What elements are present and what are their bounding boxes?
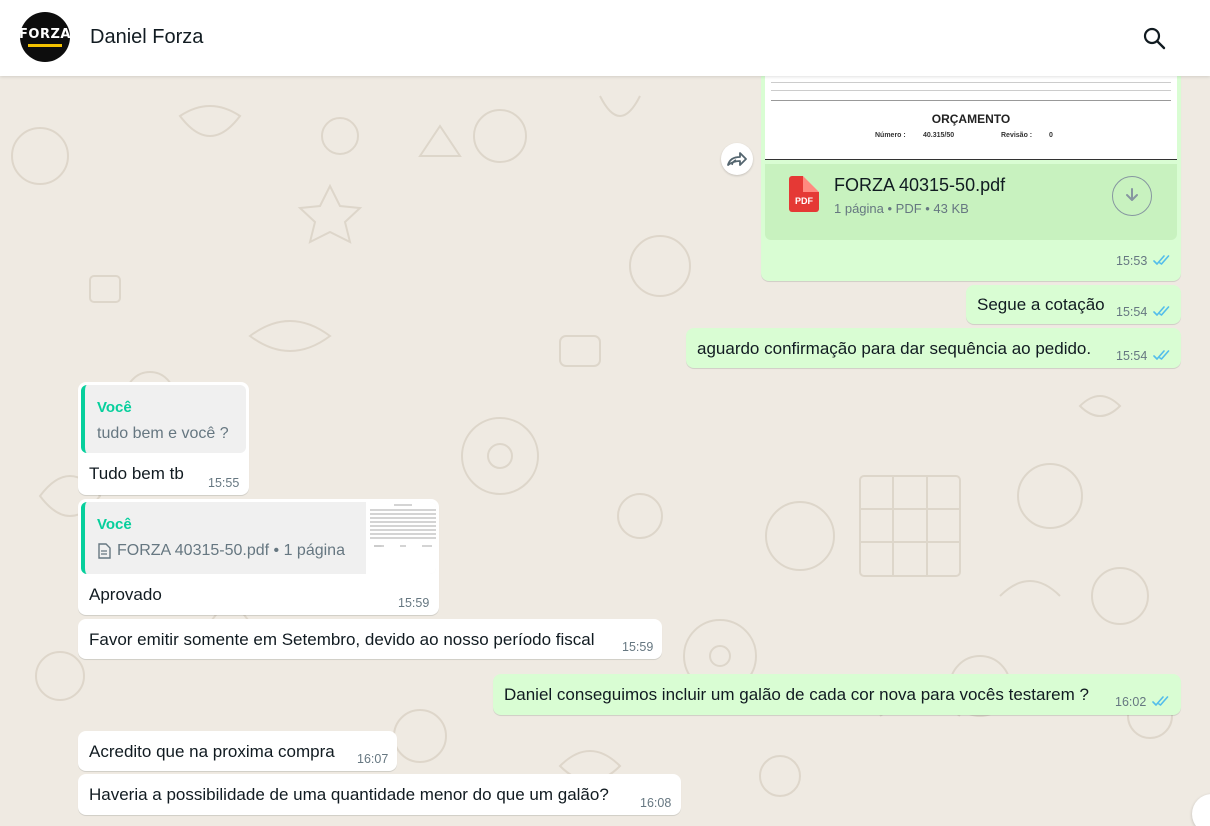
search-icon xyxy=(1143,27,1166,50)
read-ticks-icon xyxy=(1153,350,1170,360)
document-message[interactable]: ORÇAMENTO Número : 40.315/50 Revisão : 0… xyxy=(761,76,1181,281)
download-button[interactable] xyxy=(1112,176,1152,216)
forward-button[interactable] xyxy=(721,143,753,175)
message-incoming[interactable]: Você FORZA 40315-50.pdf • 1 página Aprov… xyxy=(78,499,439,615)
pdf-preview-revisao-label: Revisão : xyxy=(1001,132,1033,139)
message-text: Favor emitir somente em Setembro, devido… xyxy=(89,630,595,649)
pdf-file-icon-fold xyxy=(803,176,819,192)
message-text: Daniel conseguimos incluir um galão de c… xyxy=(504,685,1089,704)
quote-text: FORZA 40315-50.pdf • 1 página xyxy=(117,542,345,559)
read-ticks-icon xyxy=(1153,255,1170,265)
pdf-file-icon-label: PDF xyxy=(795,196,813,206)
message-incoming[interactable]: Haveria a possibilidade de uma quantidad… xyxy=(78,774,681,815)
message-incoming[interactable]: Acredito que na proxima compra 16:07 xyxy=(78,731,397,771)
avatar-logo-text: FORZA xyxy=(19,27,71,42)
message-text: Acredito que na proxima compra xyxy=(89,742,335,761)
quote-text: tudo bem e você ? xyxy=(97,425,229,442)
chat-header: FORZA Daniel Forza xyxy=(0,0,1210,76)
pdf-preview-title: ORÇAMENTO xyxy=(931,112,1011,126)
message-time: 16:02 xyxy=(1115,695,1147,709)
message-time: 16:08 xyxy=(640,796,672,810)
file-name: FORZA 40315-50.pdf xyxy=(834,175,1006,195)
pdf-preview-rule xyxy=(771,100,1171,101)
message-time: 15:54 xyxy=(1116,305,1148,319)
message-time: 15:55 xyxy=(208,476,240,490)
quoted-message[interactable]: Você tudo bem e você ? xyxy=(81,385,246,453)
file-meta: 1 página • PDF • 43 KB xyxy=(834,201,969,216)
message-outgoing[interactable]: aguardo confirmação para dar sequência a… xyxy=(686,328,1181,368)
search-button[interactable] xyxy=(1140,24,1168,52)
pdf-preview-rule xyxy=(771,90,1171,91)
message-incoming[interactable]: Você tudo bem e você ? Tudo bem tb 15:55 xyxy=(78,382,249,495)
pdf-preview-rule xyxy=(771,82,1171,83)
message-text: Tudo bem tb xyxy=(89,464,184,483)
thumbnail-lines xyxy=(370,504,436,547)
quote-author: Você xyxy=(97,516,132,533)
read-ticks-icon xyxy=(1153,306,1170,316)
message-time: 15:53 xyxy=(1116,254,1148,268)
contact-name[interactable]: Daniel Forza xyxy=(90,26,203,49)
pdf-preview-image[interactable]: ORÇAMENTO Número : 40.315/50 Revisão : 0 xyxy=(765,76,1177,160)
chat-area[interactable]: ORÇAMENTO Número : 40.315/50 Revisão : 0… xyxy=(0,76,1210,826)
message-time: 15:59 xyxy=(622,640,654,654)
message-text: Aprovado xyxy=(89,585,162,604)
quote-author: Você xyxy=(97,399,132,416)
forward-icon xyxy=(727,152,747,166)
pdf-preview-numero-value: 40.315/50 xyxy=(923,132,955,139)
avatar[interactable]: FORZA xyxy=(19,12,71,62)
pdf-preview-numero-label: Número : xyxy=(875,132,906,139)
message-outgoing[interactable]: Daniel conseguimos incluir um galão de c… xyxy=(493,674,1181,715)
message-time: 16:07 xyxy=(357,752,389,766)
message-text: aguardo confirmação para dar sequência a… xyxy=(697,339,1092,358)
message-incoming[interactable]: Favor emitir somente em Setembro, devido… xyxy=(78,619,662,659)
message-text: Haveria a possibilidade de uma quantidad… xyxy=(89,785,609,804)
avatar-logo-stripe xyxy=(28,44,62,47)
pdf-preview-revisao-value: 0 xyxy=(1049,132,1053,139)
quoted-document-thumbnail xyxy=(366,502,436,574)
message-text: Segue a cotação xyxy=(977,295,1105,314)
pdf-file-icon: PDF xyxy=(789,176,819,212)
quoted-message[interactable]: Você FORZA 40315-50.pdf • 1 página xyxy=(81,502,436,574)
file-card[interactable]: PDF FORZA 40315-50.pdf 1 página • PDF • … xyxy=(765,164,1177,240)
read-ticks-icon xyxy=(1152,696,1169,706)
download-icon xyxy=(1126,188,1138,201)
document-icon xyxy=(98,543,111,559)
message-outgoing[interactable]: Segue a cotação 15:54 xyxy=(966,285,1181,324)
message-time: 15:59 xyxy=(398,596,430,610)
message-time: 15:54 xyxy=(1116,349,1148,363)
